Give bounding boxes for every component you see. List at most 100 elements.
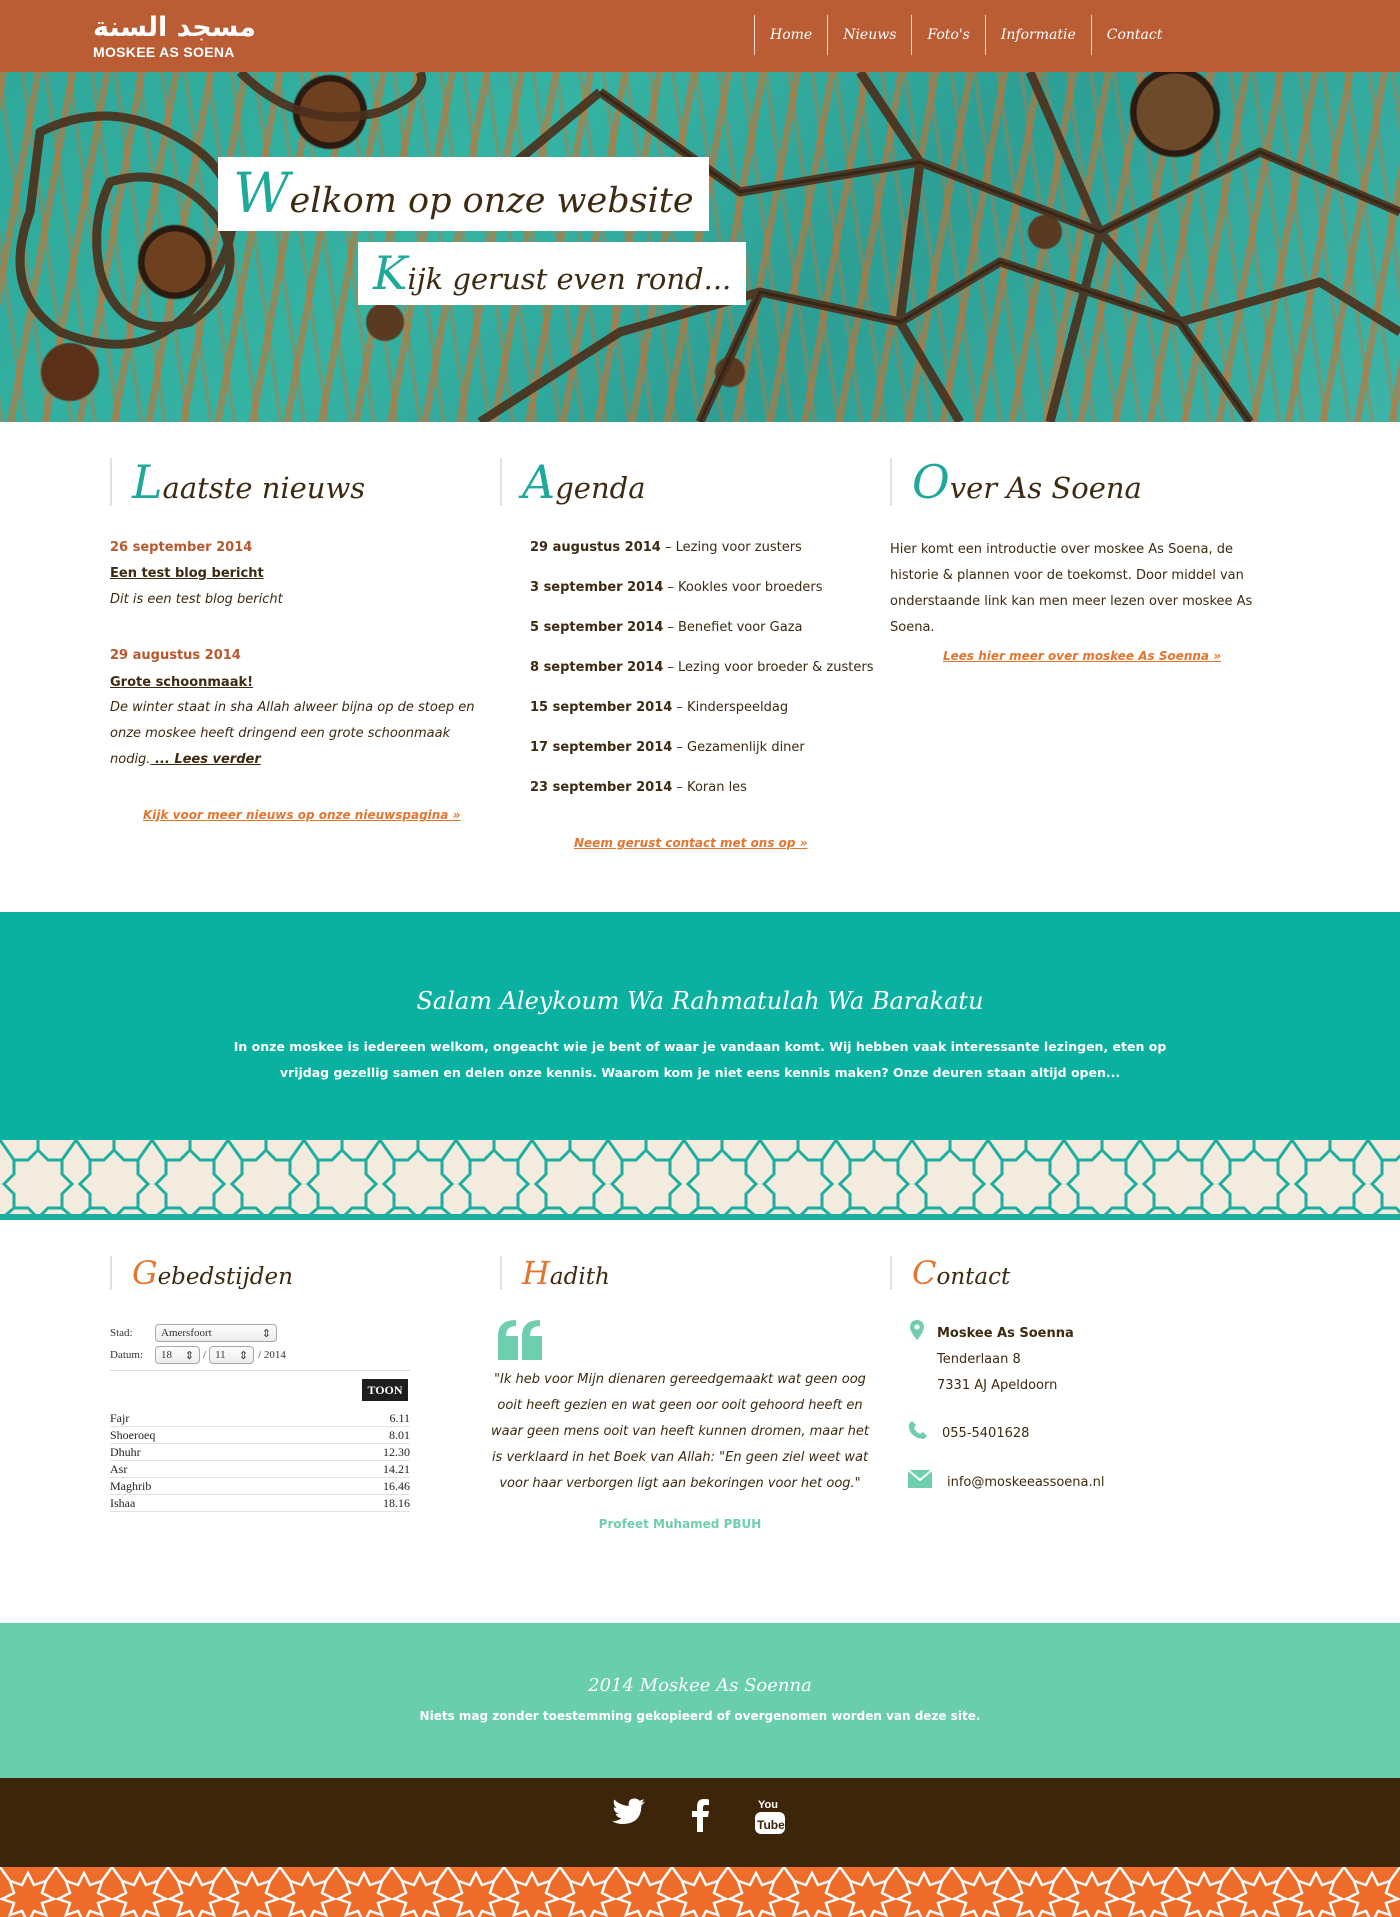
table-row: Shoeroeq 8.01 (110, 1427, 410, 1444)
news-heading-rest: aatste nieuws (162, 471, 366, 505)
youtube-link[interactable]: You Tube (755, 1796, 785, 1836)
agenda-item: 17 september 2014 – Gezamenlijk diner (530, 740, 805, 755)
contact-heading-rest: ontact (936, 1264, 1011, 1290)
hero-banner: Welkom op onze website Kijk gerust even … (0, 72, 1400, 422)
site-logo[interactable]: مسجد السنة MOSKEE AS SOENA (93, 12, 256, 61)
agenda-date: 17 september 2014 (530, 740, 673, 755)
about-heading: Over As Soena (890, 458, 1142, 506)
agenda-item: 3 september 2014 – Kookles voor broeders (530, 580, 823, 595)
city-select[interactable]: Amersfoort ⇕ (155, 1324, 277, 1342)
read-more-link[interactable]: ... Lees verder (150, 752, 261, 767)
show-times-button[interactable]: TOON (362, 1379, 408, 1401)
news-title-link[interactable]: Een test blog bericht (110, 566, 264, 581)
hadith-heading: Hadith (500, 1256, 610, 1290)
news-excerpt: Dit is een test blog bericht (110, 592, 283, 607)
welcome-text: In onze moskee is iedereen welkom, ongea… (233, 1039, 1167, 1080)
agenda-date: 8 september 2014 (530, 660, 664, 675)
month-value: 11 (215, 1349, 226, 1361)
prayer-name: Ishaa (110, 1495, 136, 1510)
agenda-item: 8 september 2014 – Lezing voor broeder &… (530, 660, 873, 675)
table-row: Asr 14.21 (110, 1461, 410, 1478)
more-news-label: Kijk voor meer nieuws op onze nieuwspagi… (143, 808, 449, 822)
agenda-event: – Koran les (672, 780, 747, 795)
table-row: Dhuhr 12.30 (110, 1444, 410, 1461)
hero-title1-initial: W (233, 161, 290, 225)
about-intro: Hier komt een introductie over moskee As… (890, 542, 1253, 635)
about-more-label: Lees hier meer over moskee As Soenna (943, 649, 1210, 663)
welcome-band: Salam Aleykoum Wa Rahmatulah Wa Barakatu… (0, 912, 1400, 1140)
facebook-link[interactable] (690, 1798, 710, 1832)
nav-fotos[interactable]: Foto's (911, 15, 984, 55)
contact-street: Tenderlaan 8 (937, 1352, 1021, 1367)
news-date: 26 september 2014 (110, 540, 253, 555)
envelope-icon (908, 1470, 932, 1488)
prayer-time: 6.11 (389, 1410, 410, 1425)
month-select[interactable]: 11 ⇕ (209, 1346, 255, 1364)
nav-informatie[interactable]: Informatie (984, 15, 1091, 55)
nav-contact[interactable]: Contact (1090, 15, 1178, 55)
news-heading-initial: L (132, 455, 163, 509)
agenda-event: – Lezing voor zusters (660, 540, 802, 555)
footer-pattern-band (0, 1867, 1400, 1917)
hadith-heading-rest: adith (549, 1264, 610, 1290)
logo-arabic: مسجد السنة (93, 12, 256, 43)
site-header: مسجد السنة MOSKEE AS SOENA Home Nieuws F… (0, 0, 1400, 72)
news-date: 29 augustus 2014 (110, 648, 241, 663)
prayer-time: 14.21 (383, 1461, 410, 1476)
hadith-quote: "Ik heb voor Mijn dienaren gereedgemaakt… (490, 1372, 870, 1491)
hero-title1-rest: elkom op onze website (289, 181, 694, 221)
prayer-time: 8.01 (389, 1427, 410, 1442)
contact-email[interactable]: info@moskeeassoena.nl (947, 1475, 1105, 1490)
agenda-item: 15 september 2014 – Kinderspeeldag (530, 700, 788, 715)
contact-us-label: Neem gerust contact met ons op (574, 836, 796, 850)
select-arrows-icon: ⇕ (184, 1349, 194, 1362)
more-news-link[interactable]: Kijk voor meer nieuws op onze nieuwspagi… (143, 808, 460, 822)
facebook-icon (692, 1799, 709, 1832)
agenda-heading-initial: A (522, 455, 556, 509)
hadith-author: Profeet Muhamed PBUH (598, 1517, 762, 1531)
date-row: Datum: 18 ⇕ / 11 ⇕ / 2014 (110, 1344, 286, 1366)
social-bar: You Tube (0, 1778, 1400, 1867)
nav-informatie-label: Informatie (1000, 27, 1076, 43)
table-row: Ishaa 18.16 (110, 1495, 410, 1512)
contact-us-link[interactable]: Neem gerust contact met ons op » (574, 836, 808, 850)
agenda-date: 15 september 2014 (530, 700, 673, 715)
nav-nieuws[interactable]: Nieuws (827, 15, 911, 55)
map-marker-icon (910, 1320, 924, 1340)
agenda-item: 23 september 2014 – Koran les (530, 780, 747, 795)
welcome-title: Salam Aleykoum Wa Rahmatulah Wa Barakatu (416, 987, 984, 1015)
about-more-arrow-icon: » (1213, 649, 1222, 663)
agenda-date: 5 september 2014 (530, 620, 664, 635)
contact-phone[interactable]: 055-5401628 (942, 1426, 1029, 1441)
contact-heading-initial: C (912, 1254, 937, 1292)
agenda-event: – Kinderspeeldag (672, 700, 789, 715)
twitter-icon (612, 1798, 645, 1824)
twitter-link[interactable] (612, 1798, 646, 1826)
quote-icon (498, 1320, 542, 1360)
about-heading-rest: ver As Soena (949, 471, 1142, 505)
day-select[interactable]: 18 ⇕ (155, 1346, 200, 1364)
more-news-arrow-icon: » (452, 808, 461, 822)
news-title-link[interactable]: Grote schoonmaak! (110, 675, 253, 690)
news-excerpt: De winter staat in sha Allah alweer bijn… (110, 695, 480, 773)
prayer-name: Dhuhr (110, 1444, 141, 1459)
nav-home[interactable]: Home (754, 15, 827, 55)
geometric-pattern-band (0, 1140, 1400, 1220)
agenda-date: 3 september 2014 (530, 580, 664, 595)
agenda-event: – Gezamenlijk diner (672, 740, 805, 755)
about-more-link[interactable]: Lees hier meer over moskee As Soenna » (943, 649, 1221, 663)
svg-text:You: You (758, 1799, 778, 1811)
nav-nieuws-label: Nieuws (843, 27, 897, 43)
footer-title: 2014 Moskee As Soenna (588, 1675, 812, 1696)
table-row: Maghrib 16.46 (110, 1478, 410, 1495)
agenda-event: – Lezing voor broeder & zusters (663, 660, 874, 675)
contact-name: Moskee As Soenna (937, 1326, 1074, 1341)
contact-heading: Contact (890, 1256, 1010, 1290)
select-arrows-icon: ⇕ (238, 1349, 249, 1362)
svg-text:Tube: Tube (757, 1818, 785, 1832)
select-arrows-icon: ⇕ (261, 1327, 271, 1340)
city-value: Amersfoort (161, 1327, 212, 1339)
day-value: 18 (161, 1349, 172, 1361)
city-label: Stad: (110, 1327, 133, 1339)
agenda-heading-rest: genda (555, 471, 646, 505)
